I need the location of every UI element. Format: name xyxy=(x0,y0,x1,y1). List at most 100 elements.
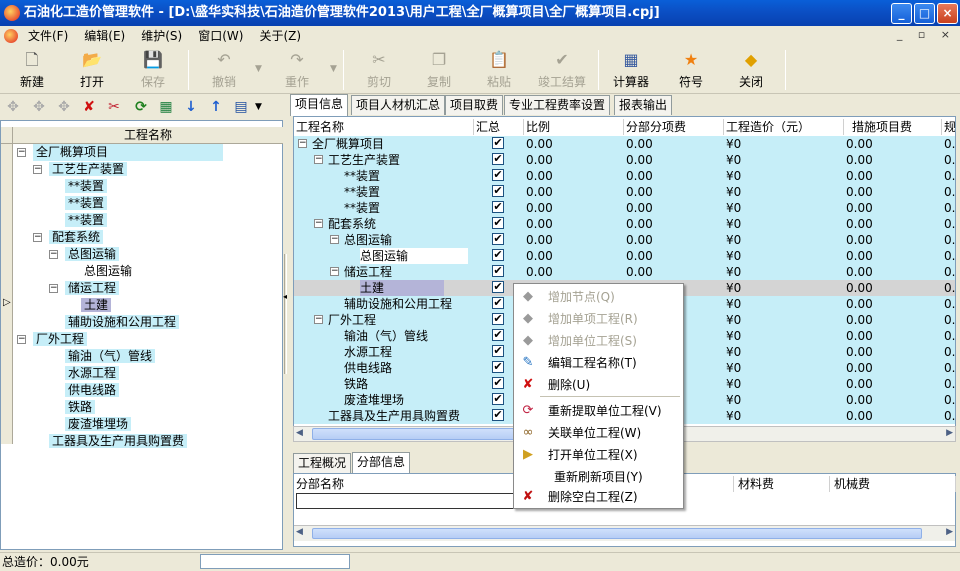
move-up-icon[interactable]: ↑ xyxy=(207,98,225,116)
delete-icon[interactable]: ✘ xyxy=(80,98,98,116)
maximize-button[interactable]: □ xyxy=(914,3,935,24)
context-menu-item[interactable]: ∞ 关联单位工程(W) xyxy=(514,422,683,444)
tree-item[interactable]: 供电线路 xyxy=(65,382,120,399)
collapse-toggle-icon[interactable]: − xyxy=(330,267,339,276)
tree-item[interactable]: 输油（气）管线 xyxy=(65,348,156,365)
summary-checkbox[interactable]: ✔ xyxy=(492,281,504,293)
collapse-toggle-icon[interactable]: − xyxy=(330,235,339,244)
add-node-icon[interactable]: ✥ xyxy=(4,98,22,116)
table-row[interactable]: **装置 ✔ 0.00 0.00 ¥0 0.00 0. xyxy=(294,184,955,200)
context-menu-item[interactable]: ✘ 删除(U) xyxy=(514,374,683,396)
col-measure-fee[interactable]: 措施项目费 xyxy=(844,119,942,135)
menu-maintain[interactable]: 维护(S) xyxy=(133,26,190,46)
tab-labor-material-summary[interactable]: 项目人材机汇总 xyxy=(351,95,446,115)
redo-dropdown-icon[interactable]: ▼ xyxy=(330,64,337,74)
collapse-toggle-icon[interactable]: − xyxy=(314,219,323,228)
calculator-button[interactable]: ▦ 计算器 xyxy=(602,48,660,92)
summary-checkbox[interactable]: ✔ xyxy=(492,265,504,277)
tree-item[interactable]: **装置 xyxy=(65,178,108,195)
col-material-fee[interactable]: 材料费 xyxy=(734,476,830,492)
collapse-toggle-icon[interactable]: − xyxy=(17,148,26,157)
tree-item[interactable]: 废渣堆埋场 xyxy=(65,416,132,433)
tree-item[interactable]: 水源工程 xyxy=(65,365,120,382)
tree-item[interactable]: − 配套系统 xyxy=(33,229,104,246)
close-button[interactable]: × xyxy=(937,3,958,24)
add-item-icon[interactable]: ✥ xyxy=(30,98,48,116)
panel-splitter[interactable]: ◂ xyxy=(283,94,289,550)
table-row[interactable]: − 配套系统 ✔ 0.00 0.00 ¥0 0.00 0. xyxy=(294,216,955,232)
collapse-toggle-icon[interactable]: − xyxy=(33,165,42,174)
app-menu-icon[interactable] xyxy=(4,29,18,43)
tree-item[interactable]: 铁路 xyxy=(65,399,96,416)
scroll-left-icon[interactable]: ◀ xyxy=(296,527,303,537)
paste-button[interactable]: 📋 粘贴 xyxy=(470,48,528,92)
tab-project-fee[interactable]: 项目取费 xyxy=(445,95,504,115)
tree-item[interactable]: 辅助设施和公用工程 xyxy=(65,314,180,331)
app-icon[interactable] xyxy=(4,5,20,21)
save-button[interactable]: 💾 保存 xyxy=(124,48,182,92)
table-row[interactable]: − 全厂概算项目 ✔ 0.00 0.00 ¥0 0.00 0. xyxy=(294,136,955,152)
context-menu-item[interactable]: ◆ 增加单位工程(S) xyxy=(514,330,683,352)
summary-checkbox[interactable]: ✔ xyxy=(492,297,504,309)
division-scroll-thumb[interactable] xyxy=(312,528,922,539)
new-button[interactable]: 🗋 新建 xyxy=(3,48,61,92)
view-options-icon[interactable]: ▤ xyxy=(232,98,250,116)
tree-item[interactable]: − 工艺生产装置 xyxy=(33,161,128,178)
menu-window[interactable]: 窗口(W) xyxy=(190,26,251,46)
table-row[interactable]: 总图运输 ✔ 0.00 0.00 ¥0 0.00 0. xyxy=(294,248,955,264)
context-menu-item[interactable]: ✎ 编辑工程名称(T) xyxy=(514,352,683,374)
context-menu-item[interactable]: ◆ 增加单项工程(R) xyxy=(514,308,683,330)
settle-button[interactable]: ✔ 竣工结算 xyxy=(530,48,594,92)
tree-item[interactable]: − 总图运输 xyxy=(49,246,120,263)
col-fenbu-fee[interactable]: 分部分项费 xyxy=(624,119,724,135)
tab-report-output[interactable]: 报表输出 xyxy=(614,95,673,115)
division-name-input[interactable] xyxy=(296,493,516,509)
collapse-toggle-icon[interactable]: − xyxy=(314,315,323,324)
summary-checkbox[interactable]: ✔ xyxy=(492,345,504,357)
col-ratio[interactable]: 比例 xyxy=(524,119,624,135)
symbol-button[interactable]: ★ 符号 xyxy=(662,48,720,92)
menu-edit[interactable]: 编辑(E) xyxy=(76,26,133,46)
summary-checkbox[interactable]: ✔ xyxy=(492,153,504,165)
tree-item[interactable]: − 全厂概算项目 xyxy=(17,144,223,161)
tab-project-info[interactable]: 项目信息 xyxy=(290,94,349,116)
redo-button[interactable]: ↷ 重作 xyxy=(268,48,326,92)
summary-checkbox[interactable]: ✔ xyxy=(492,185,504,197)
summary-checkbox[interactable]: ✔ xyxy=(492,409,504,421)
collapse-toggle-icon[interactable]: − xyxy=(49,284,58,293)
tab-division-info[interactable]: 分部信息 xyxy=(352,452,411,474)
tree-item[interactable]: − 厂外工程 xyxy=(17,331,88,348)
cut-button[interactable]: ✂ 剪切 xyxy=(350,48,408,92)
context-menu-item[interactable]: ⟳ 重新提取单位工程(V) xyxy=(514,400,683,422)
summary-checkbox[interactable]: ✔ xyxy=(492,169,504,181)
minimize-button[interactable]: _ xyxy=(891,3,912,24)
summary-checkbox[interactable]: ✔ xyxy=(492,233,504,245)
table-row[interactable]: − 储运工程 ✔ 0.00 0.00 ¥0 0.00 0. xyxy=(294,264,955,280)
menu-file[interactable]: 文件(F) xyxy=(20,26,76,46)
division-horizontal-scrollbar[interactable]: ◀ ▶ xyxy=(294,525,955,541)
scroll-right-icon[interactable]: ▶ xyxy=(946,428,953,438)
table-row[interactable]: **装置 ✔ 0.00 0.00 ¥0 0.00 0. xyxy=(294,168,955,184)
table-row[interactable]: **装置 ✔ 0.00 0.00 ¥0 0.00 0. xyxy=(294,200,955,216)
collapse-toggle-icon[interactable]: − xyxy=(314,155,323,164)
tab-project-overview[interactable]: 工程概况 xyxy=(293,453,352,473)
table-row[interactable]: − 工艺生产装置 ✔ 0.00 0.00 ¥0 0.00 0. xyxy=(294,152,955,168)
refresh-icon[interactable]: ⟳ xyxy=(132,98,150,116)
summary-checkbox[interactable]: ✔ xyxy=(492,361,504,373)
view-dropdown-icon[interactable]: ▼ xyxy=(255,102,262,112)
col-project-name[interactable]: 工程名称 xyxy=(294,119,474,135)
tree-item[interactable]: 工器具及生产用具购置费 xyxy=(49,433,188,450)
tree-item[interactable]: − 储运工程 xyxy=(49,280,120,297)
add-unit-icon[interactable]: ✥ xyxy=(55,98,73,116)
table-row[interactable]: − 总图运输 ✔ 0.00 0.00 ¥0 0.00 0. xyxy=(294,232,955,248)
menu-about[interactable]: 关于(Z) xyxy=(251,26,309,46)
summary-checkbox[interactable]: ✔ xyxy=(492,393,504,405)
context-menu-item[interactable]: ✘ 删除空白工程(Z) xyxy=(514,486,683,508)
col-extra[interactable]: 规 xyxy=(942,119,955,135)
scroll-right-icon[interactable]: ▶ xyxy=(946,527,953,537)
undo-button[interactable]: ↶ 撤销 xyxy=(195,48,253,92)
col-machine-fee[interactable]: 机械费 xyxy=(830,476,956,492)
tree-item[interactable]: 总图运输 xyxy=(81,263,135,280)
context-menu-item[interactable]: ◆ 增加节点(Q) xyxy=(514,286,683,308)
undo-dropdown-icon[interactable]: ▼ xyxy=(255,64,262,74)
